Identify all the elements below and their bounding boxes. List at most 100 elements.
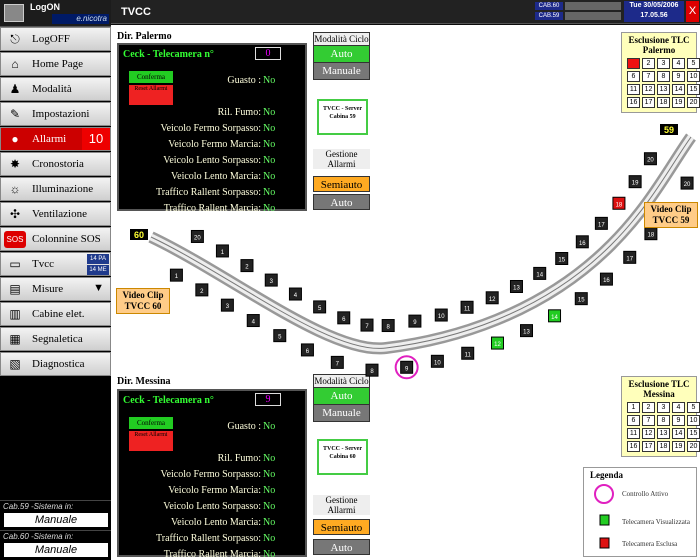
menu-item-label: Allarmi <box>32 133 67 145</box>
menu-item-tvcc[interactable]: ▭ Tvcc 14 PA 14 ME <box>0 252 111 276</box>
camera-marker[interactable]: 20 <box>643 152 657 166</box>
camera-marker[interactable]: 7 <box>360 318 374 332</box>
tv-icon: ▭ <box>9 257 21 271</box>
cabin-icon: ▥ <box>9 307 21 321</box>
camera-label: 17 <box>598 222 605 228</box>
signage-icon: ▦ <box>9 332 21 346</box>
camera-marker[interactable]: 1 <box>169 268 183 282</box>
menu-item-cabine-elet-[interactable]: ▥ Cabine elet. <box>0 302 111 326</box>
camera-marker[interactable]: 1 <box>215 244 229 258</box>
close-button[interactable]: X <box>686 1 699 22</box>
camera-label: 18 <box>648 233 655 239</box>
mode-icon: ♟ <box>9 82 21 96</box>
camera-marker[interactable]: 18 <box>612 196 626 210</box>
camera-marker[interactable]: 14 <box>533 266 547 280</box>
camera-marker[interactable]: 14 <box>548 309 562 323</box>
camera-marker[interactable]: 15 <box>555 252 569 266</box>
camera-marker[interactable]: 13 <box>509 279 523 293</box>
camera-marker[interactable]: 15 <box>574 292 588 306</box>
camera-marker[interactable]: 3 <box>220 298 234 312</box>
menu-item-misure[interactable]: ▤ Misure ▼ <box>0 277 111 301</box>
camera-label: 12 <box>494 342 501 348</box>
settings-icon: ✎ <box>9 107 21 121</box>
menu-item-cronostoria[interactable]: ✸ Cronostoria <box>0 152 111 176</box>
camera-marker[interactable]: 4 <box>246 314 260 328</box>
menu-item-home-page[interactable]: ⌂ Home Page <box>0 52 111 76</box>
camera-label: 16 <box>579 241 586 247</box>
menu-item-colonnine-sos[interactable]: SOS Colonnine SOS <box>0 227 111 251</box>
legend: Legenda Controllo Attivo Telecamera Visu… <box>583 467 697 557</box>
camera-marker[interactable]: 12 <box>490 336 504 350</box>
page-title: TVCC <box>121 6 151 18</box>
sidebar: LogON e.nicotra ⎋ LogOFF ⌂ Home Page ♟ Modali… <box>0 0 111 560</box>
cab59-label: Cab.59 -Sistema in: <box>3 502 74 511</box>
camera-marker[interactable]: 18 <box>644 227 658 241</box>
camera-marker[interactable]: 9 <box>408 314 422 328</box>
menu-item-label: Illuminazione <box>32 183 94 195</box>
menu-item-label: Home Page <box>32 58 84 70</box>
camera-label: 15 <box>578 298 585 304</box>
chevron-down-icon: ▼ <box>93 282 104 294</box>
camera-marker[interactable]: 7 <box>330 355 344 369</box>
viewed-camera-icon <box>599 514 610 526</box>
camera-marker[interactable]: 3 <box>264 273 278 287</box>
menu-item-label: Misure <box>32 283 64 295</box>
light-icon: ☼ <box>9 182 21 196</box>
camera-marker[interactable]: 8 <box>381 319 395 333</box>
menu-item-segnaletica[interactable]: ▦ Segnaletica <box>0 327 111 351</box>
camera-marker[interactable]: 19 <box>628 175 642 189</box>
main-area: Dir. Palermo Ceck - Telecamera n° 0 Conf… <box>111 25 700 560</box>
camera-marker[interactable]: 17 <box>623 250 637 264</box>
menu-item-diagnostica[interactable]: ▧ Diagnostica <box>0 352 111 376</box>
diagnostic-icon: ▧ <box>9 357 21 371</box>
menu-item-logoff[interactable]: ⎋ LogOFF <box>0 27 111 51</box>
fan-icon: ✣ <box>9 207 21 221</box>
camera-60-label[interactable]: 60 <box>129 228 149 241</box>
cab60-status: Cab.60 -Sistema in: Manuale <box>0 530 111 558</box>
camera-marker[interactable]: 10 <box>430 354 444 368</box>
camera-marker[interactable]: 11 <box>461 346 475 360</box>
camera-marker[interactable]: 13 <box>520 324 534 338</box>
logoff-icon: ⎋ <box>10 32 20 46</box>
camera-label: 20 <box>684 182 691 188</box>
menu-item-ventilazione[interactable]: ✣ Ventilazione <box>0 202 111 226</box>
menu-item-illuminazione[interactable]: ☼ Illuminazione <box>0 177 111 201</box>
camera-marker[interactable]: 4 <box>288 287 302 301</box>
legend-title: Legenda <box>590 470 624 480</box>
cab59-indicator: CAB.59 <box>535 12 563 20</box>
camera-59-label[interactable]: 59 <box>659 123 679 136</box>
status-lights-59 <box>565 12 621 20</box>
camera-marker[interactable]: 5 <box>313 300 327 314</box>
camera-marker[interactable]: 9 <box>394 355 419 380</box>
camera-marker[interactable]: 2 <box>240 259 254 273</box>
menu-item-impostazioni[interactable]: ✎ Impostazioni <box>0 102 111 126</box>
camera-label: 14 <box>551 315 558 321</box>
camera-marker[interactable]: 17 <box>594 216 608 230</box>
camera-marker[interactable]: 12 <box>485 291 499 305</box>
active-control-icon <box>594 484 614 504</box>
video-clip-60-button[interactable]: Video Clip TVCC 60 <box>116 288 170 314</box>
video-clip-59-button[interactable]: Video Clip TVCC 59 <box>644 202 698 228</box>
menu-item-allarmi[interactable]: ● Allarmi 10 <box>0 127 111 151</box>
legend-item: Controllo Attivo <box>622 490 669 498</box>
cab60-label: Cab.60 -Sistema in: <box>3 532 74 541</box>
camera-marker[interactable]: 16 <box>575 235 589 249</box>
camera-marker[interactable]: 6 <box>337 311 351 325</box>
camera-marker[interactable]: 10 <box>434 308 448 322</box>
camera-marker[interactable]: 11 <box>460 300 474 314</box>
excluded-camera-icon <box>599 537 610 549</box>
camera-marker[interactable]: 20 <box>190 229 204 243</box>
camera-marker[interactable]: 20 <box>680 176 694 190</box>
camera-marker[interactable]: 5 <box>273 329 287 343</box>
camera-marker[interactable]: 16 <box>599 272 613 286</box>
menu-item-label: Impostazioni <box>32 108 90 120</box>
alarm-icon: ● <box>11 132 19 146</box>
camera-label: 10 <box>438 314 445 320</box>
menu-item-modalit-[interactable]: ♟ Modalità <box>0 77 111 101</box>
camera-marker[interactable]: 2 <box>195 283 209 297</box>
camera-marker[interactable]: 8 <box>365 363 379 377</box>
camera-marker[interactable]: 6 <box>300 343 314 357</box>
camera-label: 15 <box>558 258 565 264</box>
datetime: Tue 30/05/2006 17.05.56 <box>624 1 684 22</box>
logon-panel[interactable]: LogON e.nicotra <box>0 0 111 27</box>
